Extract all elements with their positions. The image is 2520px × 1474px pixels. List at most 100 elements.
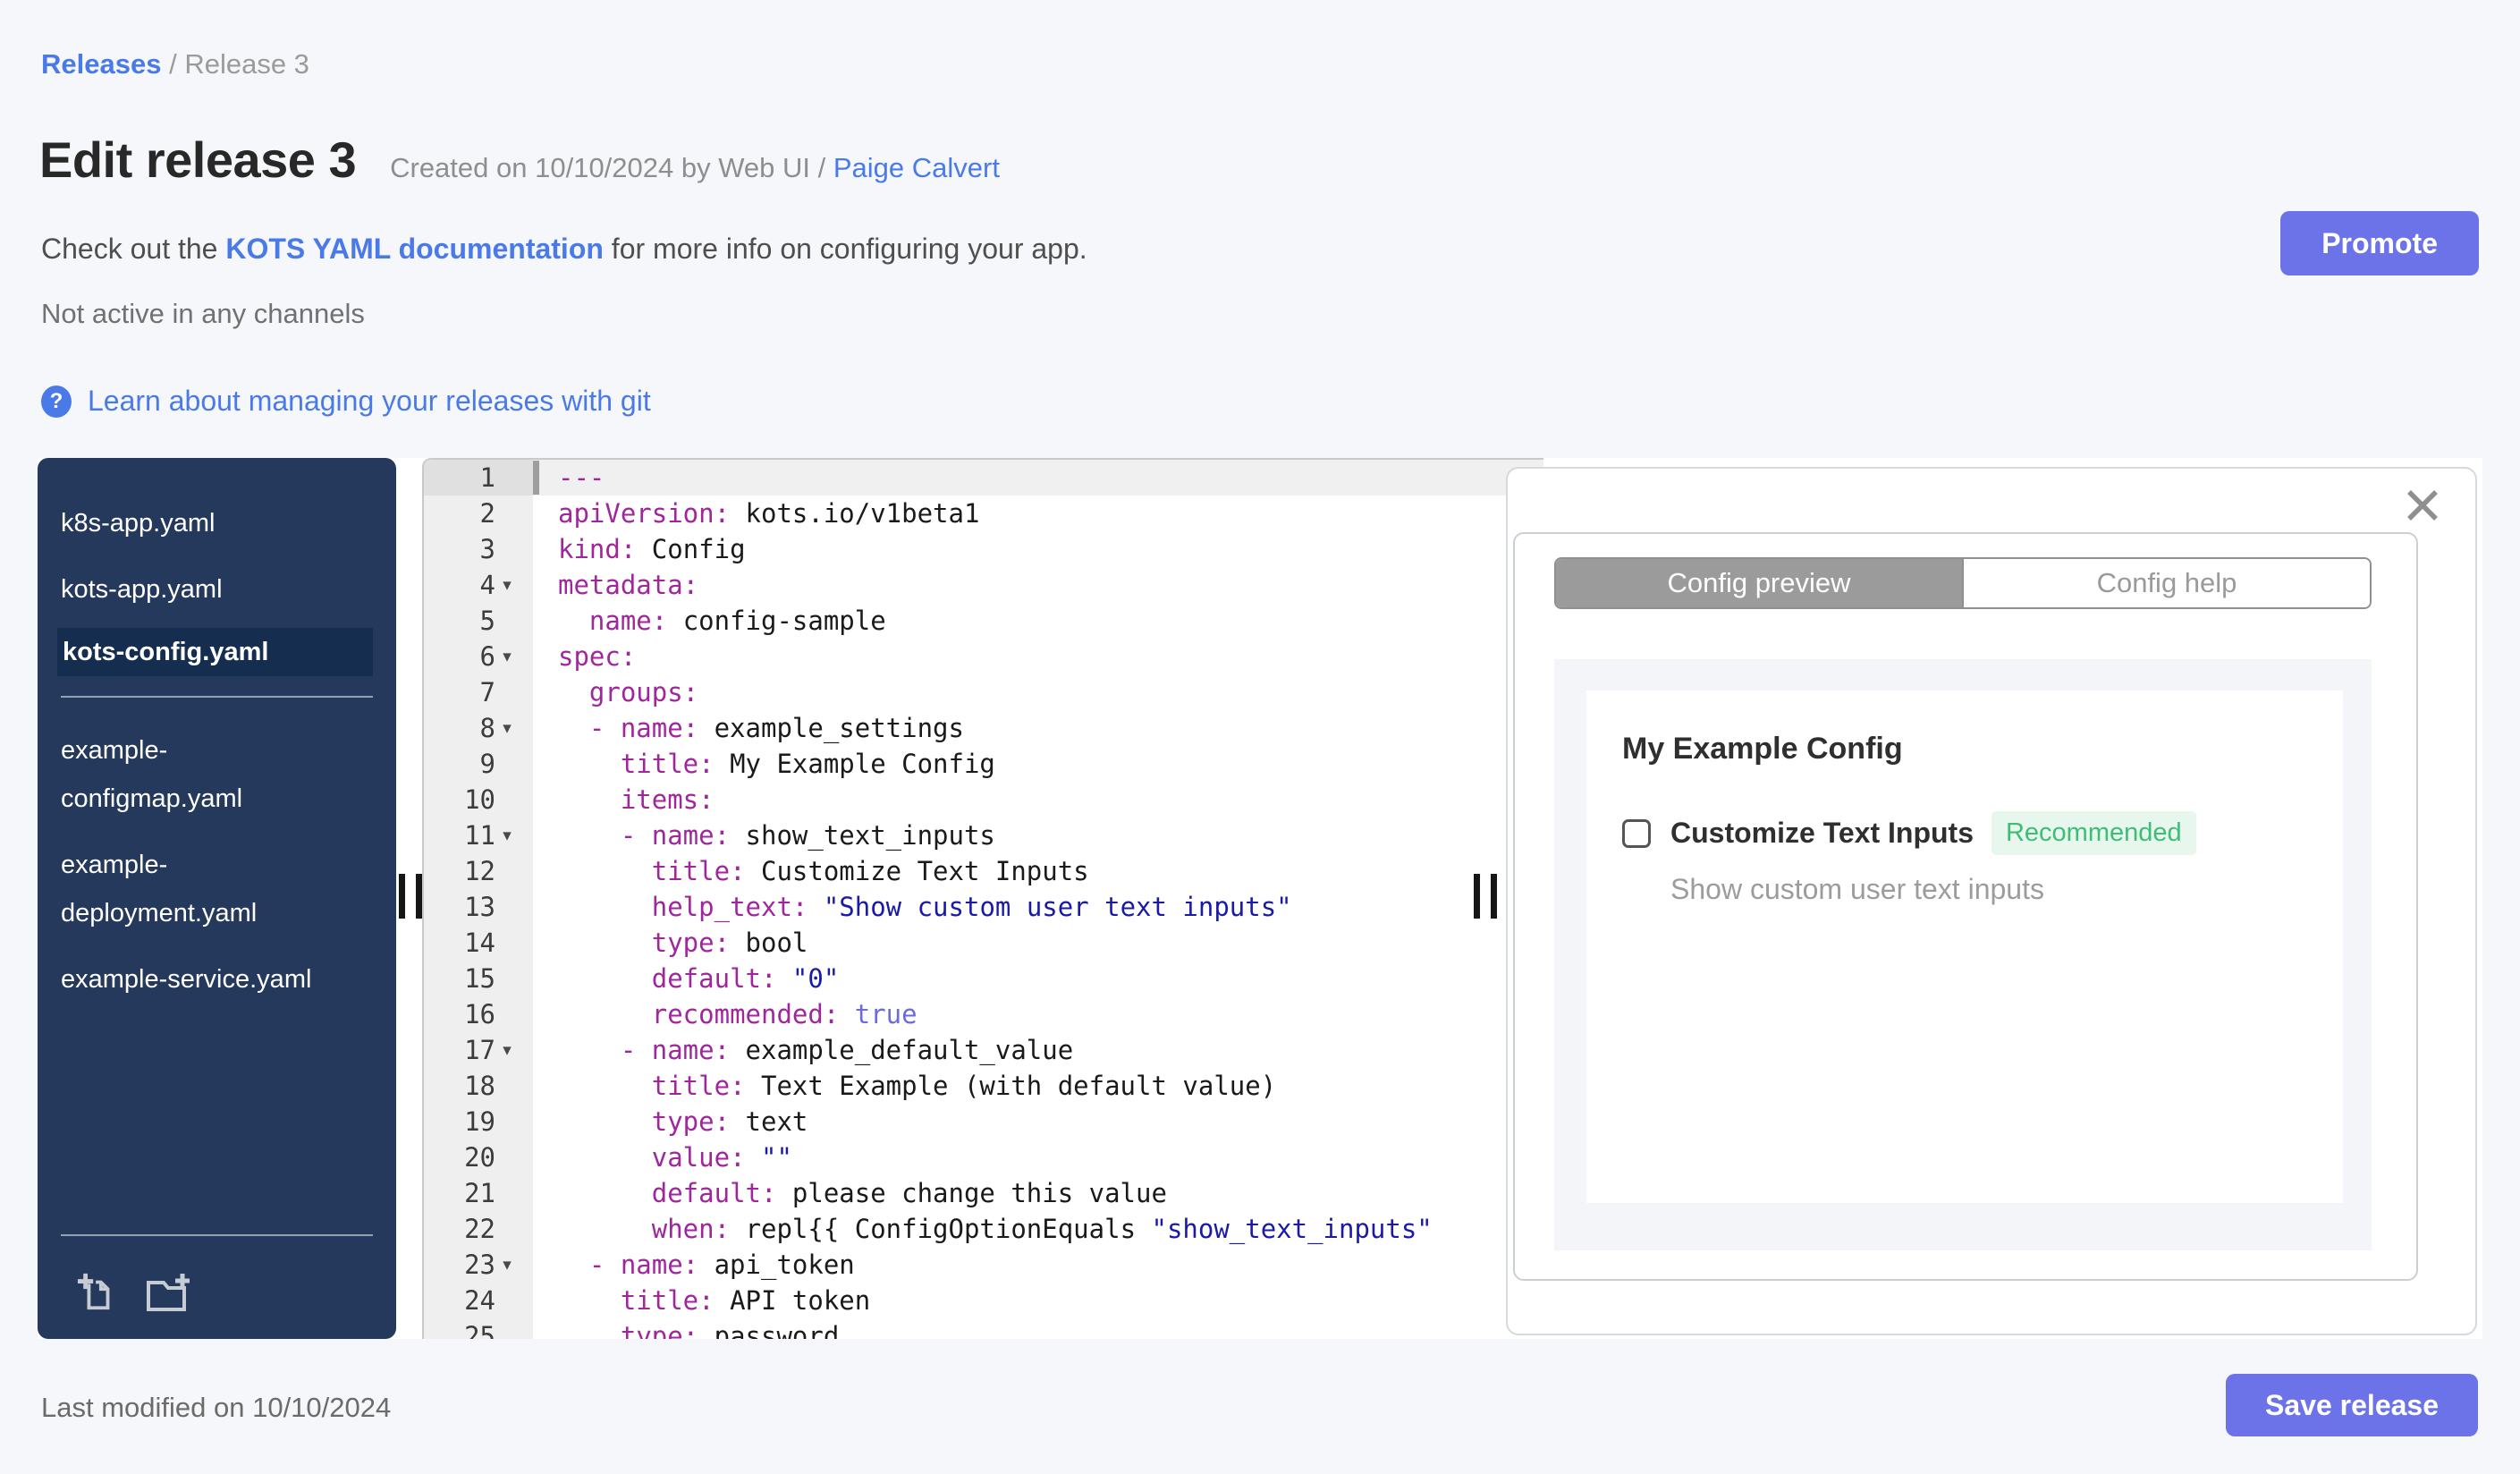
- code-line-text[interactable]: title: API token: [533, 1283, 1543, 1318]
- code-line-text[interactable]: - name: show_text_inputs: [533, 817, 1543, 853]
- fold-arrow-icon[interactable]: ▾: [495, 575, 519, 595]
- breadcrumb-releases-link[interactable]: Releases: [41, 48, 161, 80]
- code-line-text[interactable]: groups:: [533, 674, 1543, 710]
- code-line-text[interactable]: help_text: "Show custom user text inputs…: [533, 889, 1543, 925]
- fold-arrow-icon[interactable]: ▾: [495, 647, 519, 666]
- code-line-text[interactable]: - name: example_settings: [533, 710, 1543, 746]
- line-number-gutter: 15: [424, 961, 533, 996]
- code-line: 7 groups:: [424, 674, 1543, 710]
- line-number-gutter: 2: [424, 496, 533, 531]
- yaml-code-editor[interactable]: 1 --- 2 apiVersion: kots.io/v1beta1 3 kind: C…: [422, 458, 1543, 1339]
- line-number-gutter: 22: [424, 1211, 533, 1247]
- line-number-gutter: 10: [424, 782, 533, 817]
- file-item-kots-app.yaml[interactable]: kots-app.yaml: [38, 556, 396, 623]
- code-line-text[interactable]: title: Text Example (with default value): [533, 1068, 1543, 1104]
- docs-line: Check out the KOTS YAML documentation fo…: [41, 233, 1087, 266]
- fold-arrow-icon[interactable]: ▾: [495, 826, 519, 845]
- code-line-text[interactable]: spec:: [533, 639, 1543, 674]
- breadcrumb: Releases / Release 3: [41, 48, 309, 80]
- code-line-text[interactable]: type: bool: [533, 925, 1543, 961]
- last-modified-text: Last modified on 10/10/2024: [41, 1392, 392, 1423]
- text-cursor: [533, 461, 539, 495]
- sidebar-resize-handle[interactable]: [399, 874, 422, 919]
- code-line: 19 type: text: [424, 1104, 1543, 1139]
- line-number-gutter: 3: [424, 531, 533, 567]
- code-line-text[interactable]: name: config-sample: [533, 603, 1543, 639]
- line-number-gutter: 1: [424, 460, 533, 496]
- author-link[interactable]: Paige Calvert: [833, 152, 1000, 183]
- code-line-text[interactable]: title: Customize Text Inputs: [533, 853, 1543, 889]
- config-item-label: Customize Text Inputs: [1670, 817, 1974, 849]
- git-releases-link[interactable]: Learn about managing your releases with …: [88, 385, 651, 418]
- code-line-text[interactable]: - name: example_default_value: [533, 1032, 1543, 1068]
- new-folder-icon[interactable]: [145, 1272, 191, 1317]
- line-number-gutter: 4 ▾: [424, 567, 533, 603]
- line-number: 20: [464, 1142, 495, 1173]
- code-line: 14 type: bool: [424, 925, 1543, 961]
- created-text: Created on 10/10/2024 by Web UI /: [390, 152, 833, 183]
- code-line: 15 default: "0": [424, 961, 1543, 996]
- code-line-text[interactable]: - name: api_token: [533, 1247, 1543, 1283]
- code-line-text[interactable]: metadata:: [533, 567, 1543, 603]
- code-line-text[interactable]: type: text: [533, 1104, 1543, 1139]
- promote-button[interactable]: Promote: [2280, 211, 2479, 275]
- code-line-text[interactable]: title: My Example Config: [533, 746, 1543, 782]
- line-number-gutter: 11 ▾: [424, 817, 533, 853]
- fold-arrow-icon[interactable]: ▾: [495, 1255, 519, 1275]
- line-number: 18: [464, 1071, 495, 1101]
- config-tabs: Config preview Config help: [1554, 557, 2372, 609]
- line-number: 5: [479, 606, 495, 636]
- code-line-text[interactable]: ---: [533, 460, 1543, 496]
- fold-arrow-icon[interactable]: ▾: [495, 1040, 519, 1060]
- tab-config-help[interactable]: Config help: [1962, 559, 2370, 607]
- code-line: 20 value: "": [424, 1139, 1543, 1175]
- line-number: 2: [479, 498, 495, 529]
- code-line: 23 ▾ - name: api_token: [424, 1247, 1543, 1283]
- sidebar-bottom-divider: [61, 1234, 373, 1236]
- close-icon[interactable]: [2406, 488, 2440, 522]
- line-number: 6: [479, 641, 495, 672]
- config-group-title: My Example Config: [1622, 732, 1903, 766]
- code-line-text[interactable]: type: password: [533, 1318, 1543, 1339]
- customize-text-inputs-checkbox[interactable]: [1622, 818, 1651, 848]
- tab-config-preview[interactable]: Config preview: [1556, 559, 1962, 607]
- help-question-icon[interactable]: ?: [41, 385, 72, 418]
- fold-arrow-icon[interactable]: ▾: [495, 718, 519, 738]
- line-number: 4: [479, 570, 495, 600]
- line-number-gutter: 6 ▾: [424, 639, 533, 674]
- line-number: 23: [464, 1250, 495, 1280]
- code-line: 13 help_text: "Show custom user text inp…: [424, 889, 1543, 925]
- line-number: 22: [464, 1214, 495, 1244]
- code-line: 17 ▾ - name: example_default_value: [424, 1032, 1543, 1068]
- code-line: 25 type: password: [424, 1318, 1543, 1339]
- code-line-text[interactable]: when: repl{{ ConfigOptionEquals "show_te…: [533, 1211, 1543, 1247]
- code-line: 3 kind: Config: [424, 531, 1543, 567]
- code-line-text[interactable]: default: please change this value: [533, 1175, 1543, 1211]
- kots-yaml-docs-link[interactable]: KOTS YAML documentation: [225, 233, 604, 265]
- file-item-example-deployment.yaml[interactable]: example-deployment.yaml: [38, 832, 396, 946]
- new-file-icon[interactable]: [77, 1272, 118, 1317]
- config-tab-container: Config preview Config help My Example Con…: [1513, 532, 2418, 1281]
- code-line-text[interactable]: apiVersion: kots.io/v1beta1: [533, 496, 1543, 531]
- line-number: 12: [464, 856, 495, 886]
- line-number: 1: [479, 462, 495, 493]
- code-line-text[interactable]: recommended: true: [533, 996, 1543, 1032]
- line-number-gutter: 7: [424, 674, 533, 710]
- file-list-divider: [61, 696, 373, 698]
- file-item-kots-config.yaml[interactable]: kots-config.yaml: [57, 628, 373, 676]
- line-number-gutter: 14: [424, 925, 533, 961]
- code-line: 5 name: config-sample: [424, 603, 1543, 639]
- line-number-gutter: 17 ▾: [424, 1032, 533, 1068]
- save-release-button[interactable]: Save release: [2226, 1374, 2478, 1436]
- code-line-text[interactable]: default: "0": [533, 961, 1543, 996]
- config-preview-panel: Config preview Config help My Example Con…: [1506, 467, 2477, 1335]
- code-line-text[interactable]: kind: Config: [533, 531, 1543, 567]
- panel-resize-handle[interactable]: [1474, 874, 1497, 919]
- code-line-text[interactable]: value: "": [533, 1139, 1543, 1175]
- line-number-gutter: 12: [424, 853, 533, 889]
- file-item-example-configmap.yaml[interactable]: example-configmap.yaml: [38, 717, 396, 832]
- code-line-text[interactable]: items:: [533, 782, 1543, 817]
- line-number: 15: [464, 963, 495, 994]
- file-item-k8s-app.yaml[interactable]: k8s-app.yaml: [38, 490, 396, 556]
- file-item-example-service.yaml[interactable]: example-service.yaml: [38, 946, 396, 1012]
